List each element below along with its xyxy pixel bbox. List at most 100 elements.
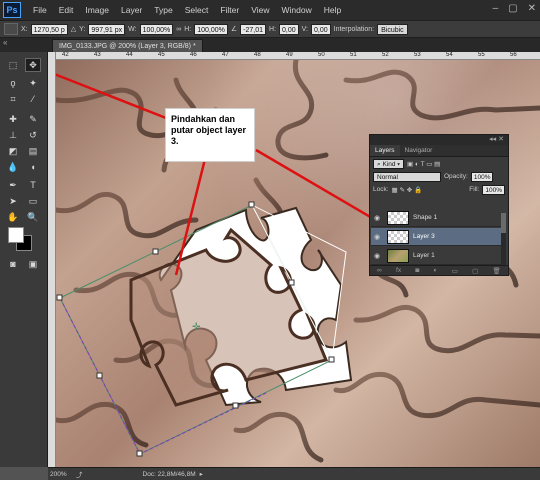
width-field[interactable]: 100,00%: [139, 23, 174, 35]
transform-handle[interactable]: [232, 402, 239, 409]
menu-file[interactable]: File: [27, 5, 53, 15]
menu-image[interactable]: Image: [79, 5, 115, 15]
magic-wand-icon[interactable]: ✦: [25, 76, 41, 90]
y-field[interactable]: 997,91 px: [88, 23, 126, 35]
foreground-color-swatch[interactable]: [8, 227, 24, 243]
collapse-icon[interactable]: ◂◂ ✕: [489, 135, 504, 143]
menu-edit[interactable]: Edit: [53, 5, 80, 15]
export-icon[interactable]: ⤴: [76, 469, 83, 479]
fill-field[interactable]: 100%: [482, 184, 505, 195]
transform-handle[interactable]: [328, 356, 335, 363]
ruler-tick: 51: [350, 52, 357, 58]
fx-icon[interactable]: fx: [396, 267, 401, 274]
crop-tool-icon[interactable]: ⌗: [5, 92, 21, 106]
trash-icon[interactable]: 🗑: [493, 267, 501, 275]
move-tool-icon[interactable]: ✥: [25, 58, 41, 72]
mask-icon[interactable]: ◙: [415, 267, 419, 274]
blend-row: Normal Opacity: 100%: [370, 170, 508, 183]
blur-icon[interactable]: 💧: [5, 160, 21, 174]
status-menu-icon[interactable]: ▸: [200, 470, 203, 478]
hand-tool-icon[interactable]: ✋: [5, 210, 21, 224]
clone-stamp-icon[interactable]: ⊥: [5, 128, 21, 142]
tab-navigator[interactable]: Navigator: [400, 145, 438, 156]
ruler-tick: 46: [190, 52, 197, 58]
document-size[interactable]: Doc: 22,8M/46,8M: [143, 471, 196, 478]
menu-help[interactable]: Help: [318, 5, 347, 15]
visibility-eye-icon[interactable]: ◉: [371, 252, 383, 260]
folder-icon[interactable]: ▭: [452, 267, 458, 275]
transform-handle[interactable]: [152, 248, 159, 255]
filter-row: ⌕ Kind ▾ ▣ ◐ T ▭ ▤: [370, 157, 508, 170]
transform-handle[interactable]: [96, 372, 103, 379]
lock-label: Lock:: [373, 186, 389, 193]
menu-window[interactable]: Window: [275, 5, 317, 15]
close-icon[interactable]: ✕: [528, 3, 536, 14]
blend-mode-select[interactable]: Normal: [373, 171, 441, 182]
quick-mask-icon[interactable]: ◙: [5, 257, 21, 271]
ruler-tick: 48: [254, 52, 261, 58]
x-field[interactable]: 1270,50 p: [30, 23, 68, 35]
toolbox-header[interactable]: «: [0, 38, 48, 52]
w-label: W:: [128, 25, 137, 33]
lock-row: Lock: ▦ ✎ ✥ 🔒 Fill: 100%: [370, 183, 508, 196]
layer-row-shape1[interactable]: ◉ Shape 1: [371, 209, 501, 227]
h-skew-label: H:: [269, 25, 277, 33]
adjustment-icon[interactable]: ◐: [434, 267, 438, 274]
history-brush-icon[interactable]: ↺: [25, 128, 41, 142]
lasso-tool-icon[interactable]: ϙ: [5, 76, 21, 90]
ruler-vertical: [48, 52, 56, 467]
brush-tool-icon[interactable]: ✎: [25, 112, 41, 126]
visibility-eye-icon[interactable]: ◉: [371, 214, 383, 222]
height-field[interactable]: 100,00%: [194, 23, 228, 35]
reference-point-icon[interactable]: [4, 23, 18, 35]
layer-row-layer3[interactable]: ◉ Layer 3: [371, 228, 501, 246]
document-tab-bar: IMG_0133.JPG @ 200% (Layer 3, RGB/8) *: [48, 38, 540, 52]
layers-scrollbar[interactable]: [501, 213, 506, 265]
tab-layers[interactable]: Layers: [370, 145, 400, 156]
ruler-tick: 54: [446, 52, 453, 58]
panel-header[interactable]: ◂◂ ✕: [370, 135, 508, 145]
eraser-icon[interactable]: ◩: [5, 144, 21, 158]
h-skew-field[interactable]: 0,00: [279, 23, 299, 35]
document-tab[interactable]: IMG_0133.JPG @ 200% (Layer 3, RGB/8) *: [52, 39, 203, 52]
opacity-field[interactable]: 100%: [470, 171, 494, 182]
link-icon[interactable]: ∞: [176, 26, 181, 33]
transform-center-icon[interactable]: ✛: [192, 322, 201, 333]
minimize-icon[interactable]: –: [493, 3, 499, 14]
menu-layer[interactable]: Layer: [115, 5, 148, 15]
zoom-tool-icon[interactable]: 🔍: [25, 210, 41, 224]
filter-icons[interactable]: ▣ ◐ T ▭ ▤: [407, 160, 440, 168]
ruler-tick: 50: [318, 52, 325, 58]
interpolation-select[interactable]: Bicubic: [377, 23, 408, 35]
dodge-icon[interactable]: ◖: [25, 160, 41, 174]
maximize-icon[interactable]: ▢: [508, 3, 517, 14]
link-icon[interactable]: ∞: [377, 267, 382, 274]
transform-handle[interactable]: [288, 279, 295, 286]
menu-type[interactable]: Type: [148, 5, 178, 15]
gradient-icon[interactable]: ▤: [25, 144, 41, 158]
screen-mode-icon[interactable]: ▣: [25, 257, 41, 271]
zoom-level[interactable]: 200%: [50, 471, 76, 478]
relative-icon[interactable]: △: [71, 25, 76, 33]
shape-tool-icon[interactable]: ▭: [25, 194, 41, 208]
pen-tool-icon[interactable]: ✒: [5, 178, 21, 192]
kind-filter-select[interactable]: ⌕ Kind ▾: [373, 158, 405, 169]
transform-handle[interactable]: [136, 450, 143, 457]
marquee-tool-icon[interactable]: ⬚: [5, 58, 21, 72]
eyedropper-icon[interactable]: ⁄: [25, 92, 41, 106]
healing-brush-icon[interactable]: ✚: [5, 112, 21, 126]
menu-filter[interactable]: Filter: [214, 5, 245, 15]
type-tool-icon[interactable]: T: [25, 178, 41, 192]
lock-icons[interactable]: ▦ ✎ ✥ 🔒: [392, 186, 423, 194]
v-skew-field[interactable]: 0,00: [311, 23, 331, 35]
visibility-eye-icon[interactable]: ◉: [371, 233, 383, 241]
interpolation-label: Interpolation:: [333, 25, 375, 33]
menu-view[interactable]: View: [245, 5, 275, 15]
path-selection-icon[interactable]: ➤: [5, 194, 21, 208]
layer-row-layer1[interactable]: ◉ Layer 1: [371, 247, 501, 265]
transform-handle[interactable]: [56, 294, 63, 301]
new-layer-icon[interactable]: ▢: [472, 267, 478, 275]
angle-field[interactable]: -27,01: [240, 23, 267, 35]
menu-select[interactable]: Select: [179, 5, 215, 15]
transform-handle[interactable]: [248, 201, 255, 208]
